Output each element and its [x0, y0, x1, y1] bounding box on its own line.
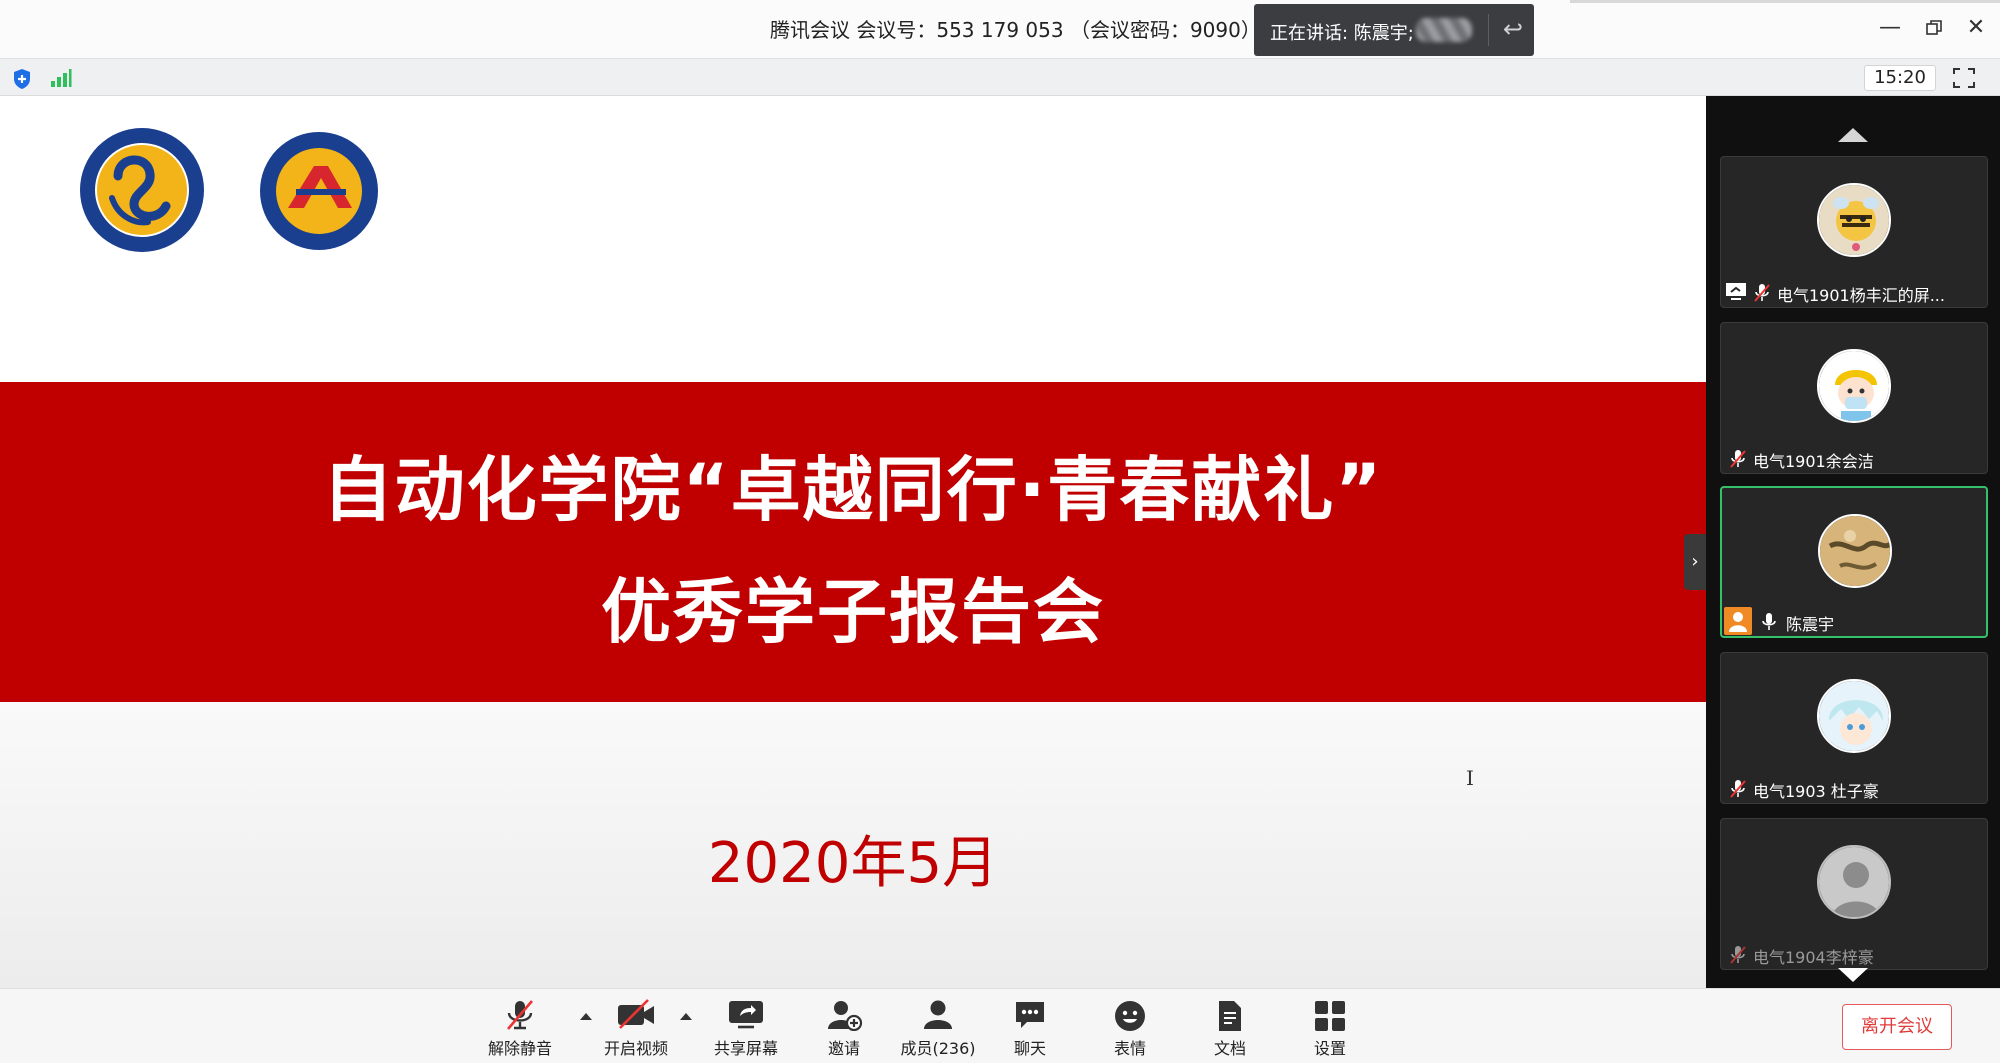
- unmute-button[interactable]: 解除静音: [480, 989, 560, 1063]
- emoji-icon: [1115, 1001, 1145, 1031]
- avatar: [1818, 514, 1892, 588]
- reactions-label: 表情: [1113, 1039, 1146, 1058]
- share-screen-label: 共享屏幕: [713, 1039, 778, 1058]
- shield-icon[interactable]: [12, 68, 32, 90]
- unmute-label: 解除静音: [487, 1039, 552, 1058]
- start-video-label: 开启视频: [603, 1039, 668, 1058]
- university-logo: [80, 128, 204, 252]
- muted-mic-icon: [1730, 780, 1746, 798]
- meeting-toolbar: 解除静音 开启视频 共享屏幕 邀请 成员(236) 聊天 表情 文档 设置 离开…: [0, 988, 2000, 1063]
- participant-tile-active-speaker[interactable]: 陈震宇: [1720, 486, 1988, 638]
- participant-tile[interactable]: 电气1901杨丰汇的屏...: [1720, 156, 1988, 308]
- share-screen-icon: [729, 1001, 763, 1029]
- members-label: 成员(236): [900, 1039, 976, 1058]
- participant-name: 电气1904李梓豪: [1753, 948, 1874, 967]
- documents-label: 文档: [1213, 1039, 1246, 1058]
- avatar: [1817, 679, 1891, 753]
- avatar: [1817, 349, 1891, 423]
- participant-label: 电气1904李梓豪: [1721, 939, 1987, 969]
- audio-options-caret-icon[interactable]: [580, 1013, 592, 1020]
- start-video-button[interactable]: 开启视频: [596, 989, 676, 1063]
- collapse-panel-button[interactable]: ›: [1684, 534, 1706, 590]
- meeting-info: 腾讯会议 会议号：553 179 053 （会议密码：9090）: [770, 18, 1261, 42]
- active-speaker-label: 正在讲话: 陈震宇;: [1270, 23, 1414, 44]
- signal-strength-icon[interactable]: [50, 68, 72, 88]
- divider: [1488, 14, 1489, 46]
- return-arrow-icon[interactable]: ↩: [1498, 12, 1528, 46]
- minimize-icon[interactable]: —: [1870, 10, 1910, 46]
- chat-button[interactable]: 聊天: [990, 989, 1070, 1063]
- scroll-down-icon[interactable]: [1838, 968, 1868, 982]
- muted-mic-icon: [1730, 450, 1746, 468]
- meeting-window: 腾讯会议 会议号：553 179 053 （会议密码：9090） 正在讲话: 陈…: [0, 0, 2000, 1063]
- muted-mic-icon: [507, 1000, 533, 1030]
- participant-name: 陈震宇: [1786, 615, 1835, 634]
- participant-name: 电气1901杨丰汇的屏...: [1777, 286, 1945, 305]
- status-bar: 15:20: [0, 58, 2000, 96]
- invite-button[interactable]: 邀请: [804, 989, 884, 1063]
- chat-label: 聊天: [1013, 1039, 1046, 1058]
- slide-title: 自动化学院“卓越同行·青春献礼”: [322, 449, 1384, 531]
- invite-label: 邀请: [827, 1039, 860, 1058]
- participant-tile[interactable]: 电气1901余会洁: [1720, 322, 1988, 474]
- participant-label: 陈震宇: [1722, 606, 1986, 636]
- invite-user-icon: [828, 1001, 863, 1031]
- host-icon: [1724, 607, 1752, 635]
- chat-icon: [1016, 1002, 1044, 1028]
- reactions-button[interactable]: 表情: [1090, 989, 1170, 1063]
- blurred-speaker-name: [1416, 18, 1472, 42]
- scroll-up-icon[interactable]: [1838, 128, 1868, 142]
- close-icon[interactable]: ✕: [1956, 10, 1996, 46]
- participant-label: 电气1903 杜子豪: [1721, 773, 1987, 803]
- school-of-automation-logo: [260, 132, 378, 250]
- settings-label: 设置: [1313, 1039, 1346, 1058]
- share-screen-button[interactable]: 共享屏幕: [704, 989, 788, 1063]
- shared-screen: 自动化学院“卓越同行·青春献礼” 优秀学子报告会 2020年5月 I ›: [0, 96, 1706, 988]
- active-speaker-indicator: 正在讲话: 陈震宇; ↩: [1254, 4, 1534, 56]
- slide-date: 2020年5月: [707, 831, 999, 896]
- participant-tile[interactable]: 电气1903 杜子豪: [1720, 652, 1988, 804]
- participant-tile[interactable]: 电气1904李梓豪: [1720, 818, 1988, 970]
- avatar: [1817, 183, 1891, 257]
- video-options-caret-icon[interactable]: [680, 1013, 692, 1020]
- meeting-duration: 15:20: [1864, 65, 1936, 91]
- leave-meeting-button[interactable]: 离开会议: [1842, 1004, 1952, 1050]
- screen-share-icon: [1726, 283, 1746, 300]
- participant-label: 电气1901余会洁: [1721, 443, 1987, 473]
- restore-icon[interactable]: [1914, 10, 1954, 46]
- slide-subtitle: 优秀学子报告会: [601, 571, 1105, 653]
- mic-icon: [1762, 613, 1776, 630]
- muted-mic-icon: [1730, 946, 1746, 964]
- title-bar-edge: [1570, 0, 2000, 3]
- participant-video-panel: 电气1901杨丰汇的屏... 电气1901余会洁 陈震宇 电气1903 杜子豪 …: [1706, 96, 2000, 988]
- settings-button[interactable]: 设置: [1290, 989, 1370, 1063]
- participant-label: 电气1901杨丰汇的屏...: [1721, 277, 1987, 307]
- video-off-icon: [618, 999, 654, 1029]
- fullscreen-icon[interactable]: [1952, 67, 1976, 89]
- document-icon: [1219, 1001, 1241, 1031]
- title-bar: 腾讯会议 会议号：553 179 053 （会议密码：9090） 正在讲话: 陈…: [0, 0, 2000, 58]
- text-cursor-icon: I: [1466, 766, 1474, 790]
- settings-grid-icon: [1315, 1001, 1345, 1031]
- documents-button[interactable]: 文档: [1190, 989, 1270, 1063]
- participant-name: 电气1901余会洁: [1753, 452, 1874, 471]
- muted-mic-icon: [1754, 284, 1770, 302]
- members-icon: [924, 1000, 952, 1029]
- participant-name: 电气1903 杜子豪: [1753, 782, 1879, 801]
- members-button[interactable]: 成员(236): [896, 989, 980, 1063]
- avatar: [1817, 845, 1891, 919]
